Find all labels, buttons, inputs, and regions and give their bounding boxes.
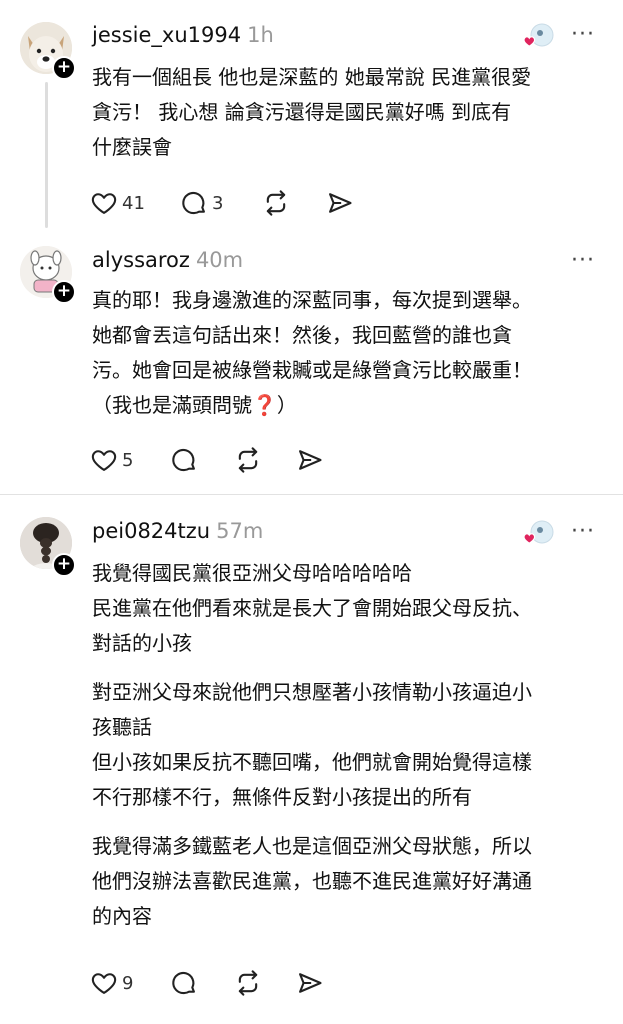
like-count: 5 [122,449,134,471]
more-options-icon[interactable]: ··· [571,248,595,273]
post-paragraph: 對亞洲父母來說他們只想壓著小孩情勒小孩逼迫小 孩聽話 但小孩如果反抗不聽回嘴，他… [92,680,532,809]
like-count: 41 [122,192,145,214]
share-button[interactable] [296,444,324,476]
like-count: 9 [122,972,134,994]
send-icon [296,446,324,474]
like-button[interactable]: 41 [90,187,145,219]
post-1: + jessie_xu1994 1h ··· 我有一個組長 他也是深藍的 她最常說… [0,0,623,240]
reply-button[interactable]: 3 [180,187,223,219]
post-header: pei0824tzu 57m [92,519,263,543]
comment-icon [170,446,198,474]
follow-plus-button[interactable]: + [52,280,76,304]
comment-icon [180,189,208,217]
repost-button[interactable] [234,444,262,476]
repost-icon [262,189,290,217]
timestamp: 1h [247,23,274,47]
follow-plus-button[interactable]: + [52,56,76,80]
post-text: 我有一個組長 他也是深藍的 她最常說 民進黨很愛 貪污！ 我心想 論貪污還得是國… [92,65,532,159]
repost-icon [234,969,262,997]
reply-count: 3 [212,192,224,214]
post-header: jessie_xu1994 1h [92,23,274,47]
username[interactable]: alyssaroz [92,248,190,272]
heart-icon [90,189,118,217]
like-button[interactable]: 5 [90,444,133,476]
send-icon [296,969,324,997]
reply-button[interactable] [170,444,198,476]
repost-icon [234,446,262,474]
follow-plus-button[interactable]: + [52,553,76,577]
send-icon [326,189,354,217]
more-options-icon[interactable]: ··· [571,22,595,47]
post-body: 我有一個組長 他也是深藍的 她最常說 民進黨很愛 貪污！ 我心想 論貪污還得是國… [92,60,617,165]
more-options-icon[interactable]: ··· [571,519,595,544]
post-paragraph: 我覺得國民黨很亞洲父母哈哈哈哈哈 民進黨在他們看來就是長大了會開始跟父母反抗、 … [92,561,532,655]
reply-button[interactable] [170,967,198,999]
post-paragraph: 我覺得滿多鐵藍老人也是這個亞洲父母狀態，所以 他們沒辦法喜歡民進黨，也聽不進民進… [92,834,532,928]
repost-button[interactable] [234,967,262,999]
comment-icon [170,969,198,997]
liked-by-author-badge-icon [520,519,556,549]
username[interactable]: jessie_xu1994 [92,23,241,47]
post-2: + alyssaroz 40m ··· 真的耶！我身邊激進的深藍同事，每次提到選舉… [0,240,623,494]
post-3: + pei0824tzu 57m ··· 我覺得國民黨很亞洲父母哈哈哈哈哈 民進黨… [0,495,623,1024]
thread-line [45,82,48,228]
timestamp: 40m [195,248,244,272]
heart-icon [90,969,118,997]
post-body: 真的耶！我身邊激進的深藍同事，每次提到選舉。 她都會丟這句話出來！然後，我回藍營… [92,283,617,423]
post-body: 我覺得國民黨很亞洲父母哈哈哈哈哈 民進黨在他們看來就是長大了會開始跟父母反抗、 … [92,556,617,934]
share-button[interactable] [326,187,354,219]
repost-button[interactable] [262,187,290,219]
username[interactable]: pei0824tzu [92,519,210,543]
like-button[interactable]: 9 [90,967,133,999]
liked-by-author-badge-icon [520,22,556,52]
heart-icon [90,446,118,474]
timestamp: 57m [216,519,264,543]
post-text: 真的耶！我身邊激進的深藍同事，每次提到選舉。 她都會丟這句話出來！然後，我回藍營… [92,288,532,417]
post-header: alyssaroz 40m [92,248,243,272]
share-button[interactable] [296,967,324,999]
